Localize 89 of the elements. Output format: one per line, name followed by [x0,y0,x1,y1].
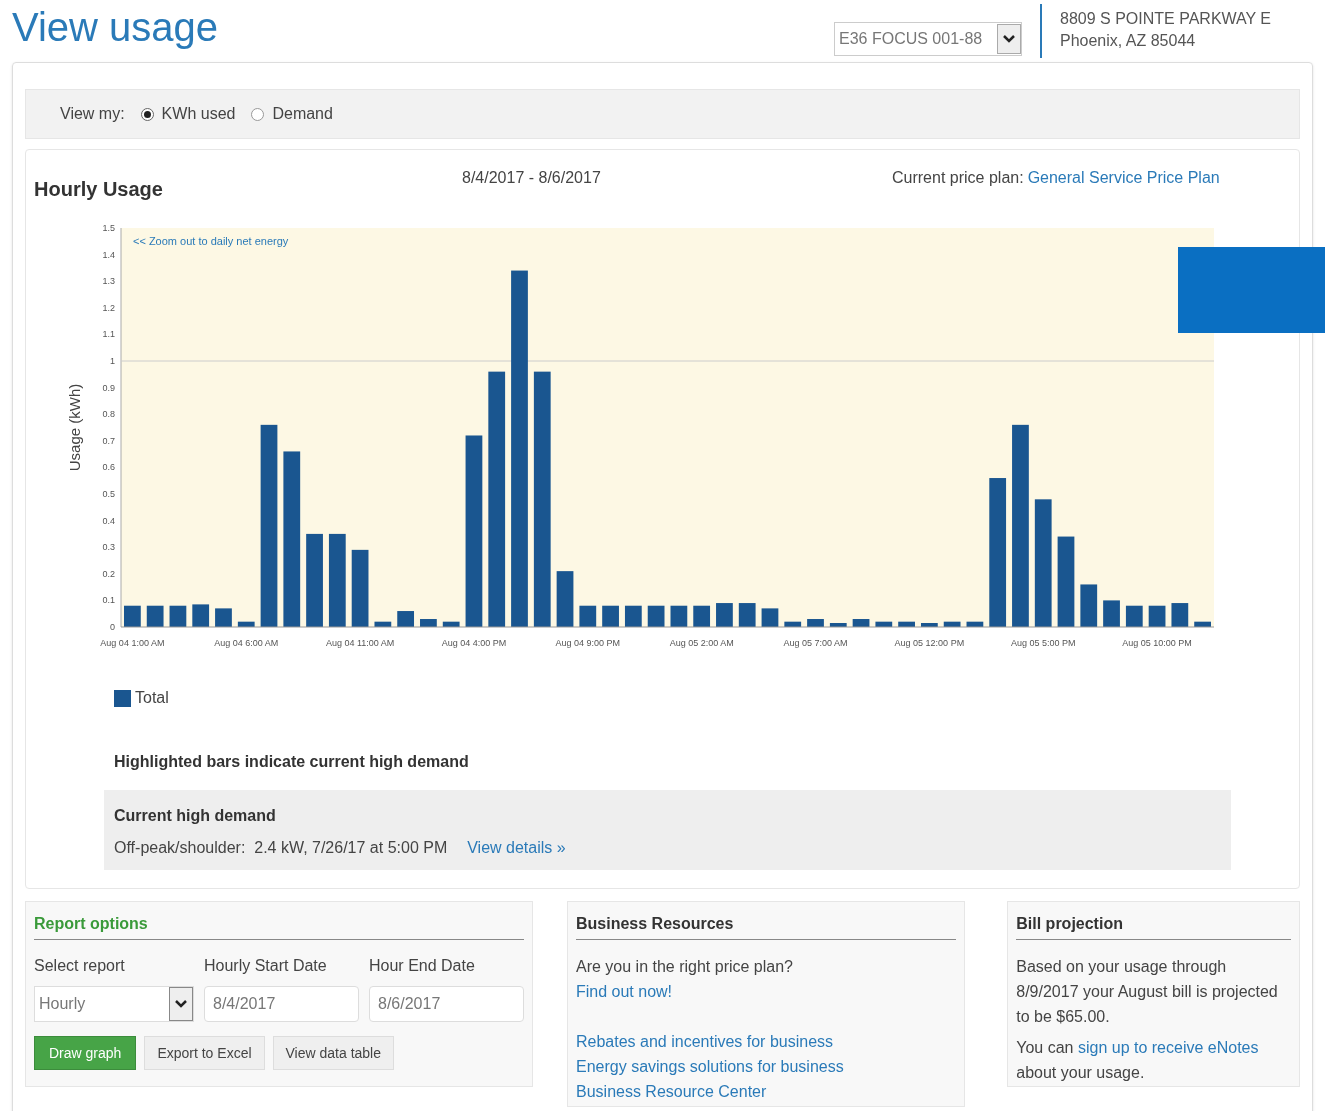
projection-text: Based on your usage through 8/9/2017 your August bill is projected to be $65.00. [1016,957,1279,1027]
y-tick-label: 0.8 [102,409,115,420]
usage-bar[interactable] [989,478,1007,627]
date-range: 8/4/2017 - 8/6/2017 [462,168,602,188]
y-tick-label: 0.4 [102,515,115,526]
y-tick-label: 0.2 [102,568,115,579]
section-title: Business Resources [576,912,957,940]
address-line: 8809 S POINTE PARKWAY E [1060,9,1273,29]
address-line: Phoenix, AZ 85044 [1060,31,1197,51]
radio-button[interactable] [140,107,154,121]
resource-link[interactable]: Energy savings solutions for business [576,1054,957,1079]
chart-title: Hourly Usage [34,177,164,202]
y-tick-label: 0.6 [102,462,115,473]
usage-bar[interactable] [374,621,392,627]
section-title: Report options [34,912,524,940]
usage-bar[interactable] [283,451,301,627]
enotes-link[interactable]: sign up to receive eNotes [1077,1039,1259,1056]
usage-bar[interactable] [784,621,802,627]
demand-title: Current high demand [114,806,277,826]
view-details-link[interactable]: View details » [467,836,566,860]
usage-bar[interactable] [579,605,597,627]
usage-bar[interactable] [1194,621,1211,627]
field-label: Select report [34,956,126,976]
account-select[interactable]: E36 FOCUS 001-88 [834,22,1022,56]
x-tick-label: Aug 05 2:00 AM [669,638,734,648]
chevron-down-icon [169,987,193,1021]
x-tick-label: Aug 05 12:00 PM [894,638,965,648]
action-button[interactable]: Export to Excel [144,1036,265,1070]
y-tick-label: 1.2 [102,302,115,313]
y-tick-label: 1.1 [102,329,115,340]
usage-bar[interactable] [192,604,210,627]
date-field[interactable]: 8/6/2017 [369,986,524,1022]
field-label: Hour End Date [369,956,476,976]
demand-text: Off-peak/shoulder: 2.4 kW, 7/26/17 at 5:00 PM [114,838,448,858]
y-tick-label: 1.4 [102,249,115,260]
action-button[interactable]: View data table [272,1036,394,1070]
y-tick-label: 0.1 [102,595,115,606]
page-title: View usage [12,4,219,51]
x-tick-label: Aug 05 5:00 PM [1010,638,1076,648]
date-field[interactable]: 8/4/2017 [204,986,359,1022]
usage-bar[interactable] [488,371,506,627]
y-tick-label: 0.5 [102,489,115,499]
enotes-text: You can sign up to receive eNotes about your usage. [1016,1038,1260,1083]
usage-bar[interactable] [829,623,847,627]
price-plan-link[interactable]: General Service Price Plan [1027,166,1220,190]
radio-option[interactable]: KWh used [140,102,236,126]
field-label: Hourly Start Date [204,956,328,976]
y-tick-label: 1 [110,356,115,366]
y-tick-label: 1.3 [102,276,115,287]
resource-link[interactable]: Rebates and incentives for business [576,1029,957,1054]
action-button[interactable]: Draw graph [34,1036,137,1070]
x-tick-label: Aug 04 6:00 AM [214,638,279,648]
y-tick-label: 0.7 [102,435,115,446]
y-axis-label: Usage (kWh) [66,383,83,472]
y-tick-label: 1.5 [102,223,115,233]
y-tick-label: 0 [110,622,115,632]
usage-bar[interactable] [1171,603,1189,627]
usage-bar[interactable] [1080,584,1098,627]
usage-bar[interactable] [124,605,141,627]
x-tick-label: Aug 05 7:00 AM [783,638,848,648]
resource-link[interactable]: Business Resource Center [576,1079,957,1104]
radio-option[interactable]: Demand [251,102,333,126]
usage-bar[interactable] [237,621,255,627]
resource-link[interactable]: Find out now! [576,979,957,1004]
usage-bar[interactable] [943,621,961,627]
x-tick-label: Aug 04 1:00 AM [100,638,165,648]
x-tick-label: Aug 04 4:00 PM [441,638,507,648]
usage-bar[interactable] [966,621,984,627]
y-tick-label: 0.3 [102,542,115,553]
y-tick-label: 0.9 [102,382,115,393]
usage-bar[interactable] [852,619,870,627]
x-tick-label: Aug 04 9:00 PM [555,638,621,648]
highlight-note: Highlighted bars indicate current high demand [114,752,470,772]
usage-bar[interactable] [442,621,460,627]
x-tick-label: Aug 05 10:00 PM [1122,638,1192,648]
x-tick-label: Aug 04 11:00 AM [325,638,395,648]
view-label: View my: [60,104,125,124]
price-plan-label: Current price plan: [892,168,1024,188]
usage-bar[interactable] [693,605,711,627]
radio-button[interactable] [251,107,265,121]
usage-bar[interactable] [602,605,619,627]
section-title: Bill projection [1016,912,1291,940]
usage-bar[interactable] [875,621,893,627]
usage-bar[interactable] [898,621,915,627]
legend-label: Total [135,688,169,708]
chevron-down-icon [997,24,1021,54]
question-text: Are you in the right price plan? [576,957,794,977]
report-select[interactable]: Hourly [34,986,194,1022]
zoom-out-link[interactable]: << Zoom out to daily net energy [133,235,289,247]
